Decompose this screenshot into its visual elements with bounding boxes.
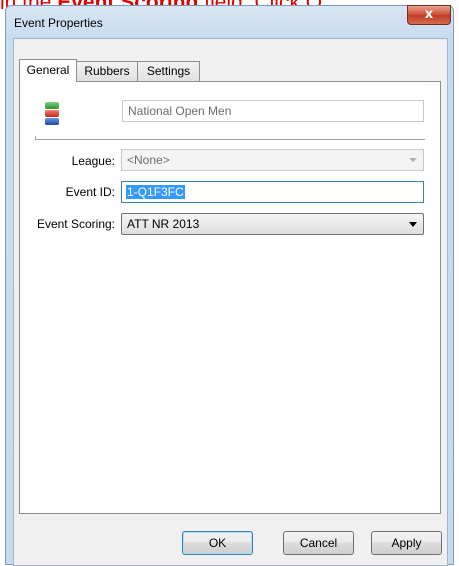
event-scoring-label: Event Scoring: <box>36 217 115 231</box>
event-id-field[interactable]: 1-Q1F3FC <box>121 181 424 203</box>
event-properties-window: Event Properties x General Rubbers Setti… <box>5 5 454 566</box>
general-tab-panel: National Open Men League: <None> Event I… <box>19 81 441 514</box>
event-id-label: Event ID: <box>65 185 115 199</box>
event-stack-icon <box>45 102 59 126</box>
league-label: League: <box>71 154 115 168</box>
league-select[interactable]: <None> <box>121 149 424 171</box>
close-button[interactable]: x <box>407 5 451 25</box>
tab-settings[interactable]: Settings <box>137 61 200 81</box>
tab-general[interactable]: General <box>19 59 77 82</box>
window-title: Event Properties <box>14 16 103 30</box>
title-bar[interactable]: Event Properties x <box>6 5 453 38</box>
event-scoring-value: ATT NR 2013 <box>127 217 200 231</box>
separator <box>35 139 425 141</box>
close-icon: x <box>424 7 434 22</box>
apply-button[interactable]: Apply <box>371 531 442 555</box>
dialog-client-area: General Rubbers Settings National Open M… <box>13 38 448 566</box>
chevron-down-icon <box>409 158 417 162</box>
ok-button[interactable]: OK <box>182 531 253 555</box>
event-scoring-select[interactable]: ATT NR 2013 <box>121 213 424 235</box>
tab-rubbers[interactable]: Rubbers <box>76 61 138 81</box>
event-name-field[interactable]: National Open Men <box>122 100 424 122</box>
cancel-button[interactable]: Cancel <box>283 531 354 555</box>
event-id-value: 1-Q1F3FC <box>126 185 185 199</box>
league-value: <None> <box>127 153 170 167</box>
chevron-down-icon <box>409 222 417 227</box>
